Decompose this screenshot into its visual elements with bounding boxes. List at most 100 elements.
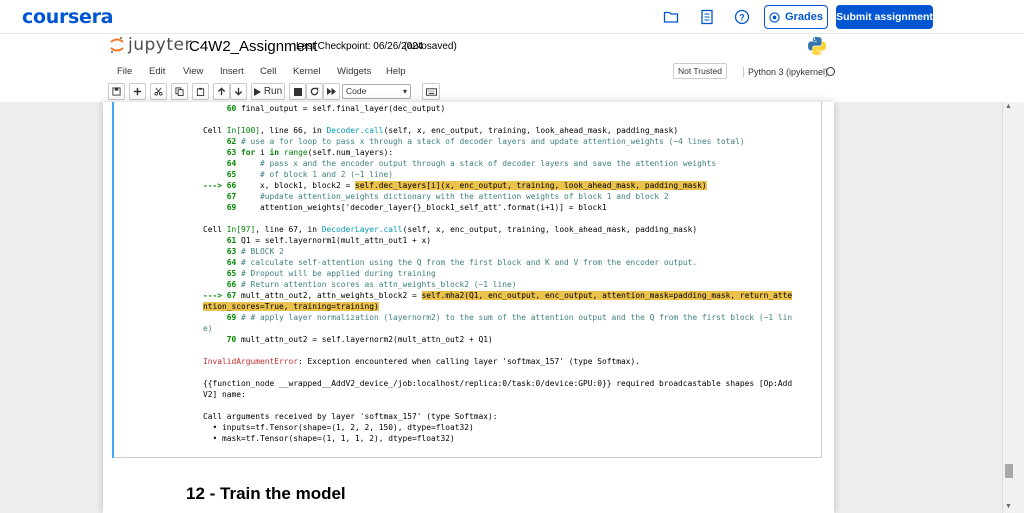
traceback-line: • mask=tf.Tensor(shape=(1, 1, 1, 2), dty…: [203, 433, 818, 444]
traceback-text: • inputs=tf.Tensor(shape=(1, 2, 2, 150),…: [203, 423, 474, 432]
stop-icon: [293, 87, 302, 96]
scissors-icon: [154, 87, 163, 96]
traceback-line: [203, 114, 818, 125]
menu-kernel[interactable]: Kernel: [293, 66, 320, 77]
traceback-line: 65 # Dropout will be applied during trai…: [203, 268, 818, 279]
traceback-line: 64 # calculate self-attention using the …: [203, 257, 818, 268]
code-text: attention_weights['decoder_layer{}_block…: [241, 203, 607, 212]
move-up-button[interactable]: [213, 83, 230, 100]
code-comment: # BLOCK 2: [241, 247, 284, 256]
code-comment: # calculate self-attention using the Q f…: [241, 258, 698, 267]
traceback-cell-header: Cell In[100], line 66, in Decoder.call(s…: [203, 126, 679, 135]
jupyter-logo-text: jupyter: [128, 35, 192, 55]
traceback-text: V2] name:: [203, 390, 251, 399]
line-number: 63: [203, 148, 242, 157]
restart-icon: [310, 87, 319, 96]
highlighted-code: self.dec_layers[i](x, enc_output, traini…: [355, 181, 707, 190]
code-text: for i in range(self.num_layers):: [241, 148, 394, 157]
jupyter-logo[interactable]: jupyter: [110, 35, 192, 55]
error-message: : Exception encountered when calling lay…: [298, 357, 641, 366]
line-number: 69: [203, 203, 242, 212]
code-comment: # # apply layer normalization (layernorm…: [241, 313, 793, 322]
code-comment: e): [203, 324, 213, 333]
restart-run-all-button[interactable]: [323, 83, 340, 100]
traceback-line: 62 # use a for loop to pass x through a …: [203, 136, 818, 147]
line-number: 69: [203, 313, 242, 322]
menu-edit[interactable]: Edit: [149, 66, 165, 77]
interrupt-button[interactable]: [289, 83, 306, 100]
grades-button[interactable]: Grades: [764, 5, 828, 29]
command-palette-button[interactable]: [422, 83, 440, 100]
save-button[interactable]: [108, 83, 125, 100]
code-comment: # use a for loop to pass x through a sta…: [241, 137, 745, 146]
traceback-line: [203, 400, 818, 411]
traceback-line: 64 # pass x and the encoder output throu…: [203, 158, 818, 169]
traceback-text: Call arguments received by layer 'softma…: [203, 412, 498, 421]
traceback-output: 60 final_output = self.final_layer(dec_o…: [203, 103, 818, 444]
traceback-line: • inputs=tf.Tensor(shape=(1, 2, 2, 150),…: [203, 422, 818, 433]
code-comment: # Dropout will be applied during trainin…: [241, 269, 436, 278]
traceback-line: 61 Q1 = self.layernorm1(mult_attn_out1 +…: [203, 235, 818, 246]
keyword: for: [241, 148, 256, 157]
trust-status-button[interactable]: Not Trusted: [673, 63, 727, 79]
section-heading: 12 - Train the model: [186, 484, 346, 503]
save-icon: [112, 87, 121, 96]
menu-cell[interactable]: Cell: [260, 66, 276, 77]
svg-text:?: ?: [739, 13, 745, 23]
code-text: Q1 = self.layernorm1(mult_attn_out1 + x): [241, 236, 432, 245]
help-icon[interactable]: ?: [734, 9, 750, 25]
scroll-down-icon[interactable]: ▼: [1005, 503, 1012, 510]
run-button[interactable]: Run: [251, 83, 285, 100]
python-logo-icon: [807, 36, 827, 56]
grades-label: Grades: [785, 11, 823, 23]
code-text: final_output = self.final_layer(dec_outp…: [241, 104, 446, 113]
traceback-line: {{function_node __wrapped__AddV2_device_…: [203, 378, 818, 389]
line-number: 62: [203, 137, 242, 146]
traceback-line: 69 attention_weights['decoder_layer{}_bl…: [203, 202, 818, 213]
document-icon[interactable]: [699, 9, 715, 25]
copy-cell-button[interactable]: [171, 83, 188, 100]
fast-forward-icon: [327, 87, 336, 96]
cell-ref: In[100]: [226, 126, 261, 135]
cut-cell-button[interactable]: [150, 83, 167, 100]
scrollbar-thumb[interactable]: [1005, 464, 1013, 478]
page-scrollbar[interactable]: [1002, 102, 1024, 513]
traceback-line: Cell In[100], line 66, in Decoder.call(s…: [203, 125, 818, 136]
traceback-line: 65 # of block 1 and 2 (~1 line): [203, 169, 818, 180]
traceback-text: • mask=tf.Tensor(shape=(1, 1, 1, 2), dty…: [203, 434, 455, 443]
coursera-logo[interactable]: coursera: [22, 6, 114, 28]
traceback-line: 63 for i in range(self.num_layers):: [203, 147, 818, 158]
code-text: x, block1, block2 =: [241, 181, 356, 190]
code-comment: # pass x and the encoder output through …: [241, 159, 717, 168]
error-name: InvalidArgumentError: [203, 357, 299, 366]
copy-icon: [175, 87, 184, 96]
arrow-down-icon: [234, 87, 243, 96]
line-number: 60: [203, 104, 242, 113]
kernel-name[interactable]: Python 3 (ipykernel): [743, 67, 828, 77]
code-comment: #update attention_weights dictionary wit…: [241, 192, 669, 201]
menu-help[interactable]: Help: [386, 66, 406, 77]
restart-button[interactable]: [306, 83, 323, 100]
run-label: Run: [263, 86, 283, 97]
keyword: in: [269, 148, 280, 157]
traceback-line: [203, 345, 818, 356]
menu-widgets[interactable]: Widgets: [337, 66, 371, 77]
menu-file[interactable]: File: [117, 66, 132, 77]
grades-icon: [769, 11, 780, 23]
traceback-line: ---> 66 x, block1, block2 = self.dec_lay…: [203, 180, 818, 191]
menu-view[interactable]: View: [183, 66, 203, 77]
cell-type-select[interactable]: Code: [342, 84, 411, 99]
traceback-line: [203, 367, 818, 378]
traceback-line: 60 final_output = self.final_layer(dec_o…: [203, 103, 818, 114]
plus-icon: [133, 87, 142, 96]
scroll-up-icon[interactable]: ▲: [1005, 103, 1012, 110]
paste-cell-button[interactable]: [192, 83, 209, 100]
highlighted-code: self.mha2(Q1, enc_output, enc_output, at…: [421, 291, 793, 300]
menu-insert[interactable]: Insert: [220, 66, 244, 77]
submit-assignment-button[interactable]: Submit assignment: [836, 5, 933, 29]
folder-icon[interactable]: [663, 9, 679, 25]
move-down-button[interactable]: [230, 83, 247, 100]
insert-cell-button[interactable]: [129, 83, 146, 100]
code-comment: # Return attention scores as attn_weight…: [241, 280, 517, 289]
cell-selection-bar: [112, 102, 114, 458]
